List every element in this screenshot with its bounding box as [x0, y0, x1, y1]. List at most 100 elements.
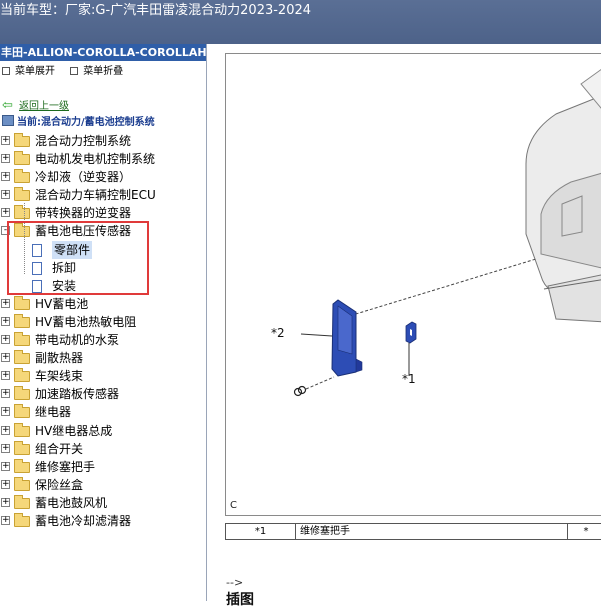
expand-toggle-icon[interactable]: + — [1, 497, 10, 507]
tree-node-label[interactable]: 蓄电池鼓风机 — [35, 494, 107, 512]
tree-node-label[interactable]: 加速踏板传感器 — [35, 385, 119, 403]
collapse-icon — [70, 67, 79, 75]
tree-node[interactable]: + 维修塞把手 — [0, 458, 206, 476]
tree-node-label[interactable]: 组合开关 — [35, 440, 83, 458]
folder-icon — [14, 332, 30, 347]
tree-node[interactable]: + 混合动力控制系统 — [0, 132, 206, 150]
callout-2: *2 — [271, 326, 285, 340]
sidebar-toolbar: 菜单展开 菜单折叠 — [0, 61, 206, 83]
tree-node-label[interactable]: 继电器 — [35, 403, 71, 421]
expand-toggle-icon[interactable]: + — [1, 154, 10, 164]
tree-node[interactable]: + 电动机发电机控制系统 — [0, 150, 206, 168]
tree-node[interactable]: + 带转换器的逆变器 — [0, 204, 206, 222]
folder-icon — [14, 151, 30, 166]
folder-icon — [14, 404, 30, 419]
tree-node[interactable]: + 混合动力车辆控制ECU — [0, 186, 206, 204]
expand-toggle-icon[interactable]: + — [1, 425, 10, 435]
title-vehicle: 厂家:G-广汽丰田雷凌混合动力2023-2024 — [65, 3, 312, 18]
callout-1: *1 — [402, 372, 416, 386]
folder-icon — [14, 440, 30, 455]
back-link[interactable]: ⇦ 返回上一级 — [2, 99, 69, 114]
back-label: 返回上一级 — [19, 101, 69, 112]
folder-icon — [14, 494, 30, 509]
tree-node[interactable]: + 冷却液（逆变器） — [0, 168, 206, 186]
menu-expand-button[interactable]: 菜单展开 — [2, 61, 55, 83]
tree-node-label[interactable]: 蓄电池冷却滤清器 — [35, 512, 131, 530]
tree-node-label[interactable]: 维修塞把手 — [35, 458, 95, 476]
folder-icon — [14, 458, 30, 473]
sidebar: 丰田-ALLION-COROLLA-COROLLAHYBRID 菜单展开 菜单折… — [0, 44, 207, 601]
folder-icon — [14, 205, 30, 220]
tree-node[interactable]: + HV蓄电池 — [0, 295, 206, 313]
tree-node[interactable]: + HV继电器总成 — [0, 422, 206, 440]
expand-toggle-icon[interactable]: + — [1, 479, 10, 489]
folder-icon — [14, 313, 30, 328]
expand-toggle-icon[interactable]: + — [1, 461, 10, 471]
folder-icon — [14, 187, 30, 202]
tree-node-label[interactable]: 混合动力车辆控制ECU — [35, 186, 156, 204]
expand-toggle-icon[interactable]: + — [1, 407, 10, 417]
tree-node-label[interactable]: 保险丝盒 — [35, 476, 83, 494]
tree-node-label[interactable]: 副散热器 — [35, 349, 83, 367]
expand-toggle-icon[interactable]: + — [1, 208, 10, 218]
menu-collapse-label: 菜单折叠 — [83, 66, 124, 77]
tree-node[interactable]: + 蓄电池鼓风机 — [0, 494, 206, 512]
tree-node[interactable]: + 保险丝盒 — [0, 476, 206, 494]
legend-extra: * — [583, 526, 589, 537]
tree-node[interactable]: + 副散热器 — [0, 349, 206, 367]
expand-toggle-icon[interactable]: + — [1, 371, 10, 381]
section-heading: 插图 — [226, 592, 254, 608]
current-path: 当前:混合动力/蓄电池控制系统 — [2, 115, 155, 130]
tree-node[interactable]: + 加速踏板传感器 — [0, 385, 206, 403]
legend-description: 维修塞把手 — [296, 524, 568, 539]
tree-node[interactable]: + HV蓄电池热敏电阻 — [0, 313, 206, 331]
expand-toggle-icon[interactable]: + — [1, 136, 10, 145]
current-path-label: 当前:混合动力/蓄电池控制系统 — [17, 117, 155, 128]
category-tree: + 混合动力控制系统 + 电动机发电机控制系统 + 冷却液（逆变器） + 混合动力车辆控… — [0, 132, 206, 530]
expand-toggle-icon[interactable]: + — [1, 172, 10, 182]
tree-node[interactable]: + 继电器 — [0, 403, 206, 421]
tree-node-label[interactable]: HV蓄电池 — [35, 295, 88, 313]
tree-node[interactable]: + 组合开关 — [0, 440, 206, 458]
legend-number: *1 — [226, 524, 296, 539]
expand-toggle-icon[interactable]: + — [1, 316, 10, 326]
tree-node-label[interactable]: HV继电器总成 — [35, 422, 112, 440]
menu-collapse-button[interactable]: 菜单折叠 — [70, 61, 123, 83]
folder-icon — [14, 368, 30, 383]
tree-node[interactable]: + 车架线束 — [0, 367, 206, 385]
expand-toggle-icon[interactable]: + — [1, 353, 10, 363]
title-prefix: 当前车型： — [0, 3, 66, 18]
menu-expand-label: 菜单展开 — [15, 66, 55, 77]
tree-node-label[interactable]: 电动机发电机控制系统 — [35, 150, 155, 168]
expand-toggle-icon[interactable]: + — [1, 335, 10, 345]
html-comment-remnant: --> — [226, 576, 244, 589]
folder-icon — [14, 512, 30, 527]
tree-node[interactable]: + 带电动机的水泵 — [0, 331, 206, 349]
computer-icon — [2, 115, 14, 126]
expand-toggle-icon[interactable]: + — [1, 190, 10, 200]
tree-node-label[interactable]: HV蓄电池热敏电阻 — [35, 313, 136, 331]
illustration-drawing — [293, 68, 601, 397]
tree-node-label[interactable]: 车架线束 — [35, 367, 83, 385]
folder-icon — [14, 476, 30, 491]
tree-node-label[interactable]: 冷却液（逆变器） — [35, 168, 131, 186]
sidebar-header: 丰田-ALLION-COROLLA-COROLLAHYBRID — [0, 44, 206, 61]
tree-node-label[interactable]: 带转换器的逆变器 — [35, 204, 131, 222]
folder-icon — [14, 169, 30, 184]
legend-table: *1 维修塞把手 * — [225, 523, 601, 540]
back-arrow-icon: ⇦ — [2, 98, 13, 113]
expand-toggle-icon[interactable]: + — [1, 515, 10, 525]
parts-illustration: *2 *1 C — [225, 53, 601, 516]
tree-node[interactable]: + 蓄电池冷却滤清器 — [0, 512, 206, 530]
tree-node-label[interactable]: 带电动机的水泵 — [35, 331, 119, 349]
window-title-bar: 当前车型：厂家:G-广汽丰田雷凌混合动力2023-2024 — [0, 0, 601, 44]
folder-icon — [14, 386, 30, 401]
expand-toggle-icon[interactable]: + — [1, 443, 10, 453]
tree-node-label[interactable]: 混合动力控制系统 — [35, 132, 131, 150]
folder-icon — [14, 350, 30, 365]
highlight-box — [7, 221, 149, 295]
expand-toggle-icon[interactable]: + — [1, 298, 10, 308]
expand-toggle-icon[interactable]: + — [1, 389, 10, 399]
folder-icon — [14, 295, 30, 310]
folder-icon — [14, 422, 30, 437]
